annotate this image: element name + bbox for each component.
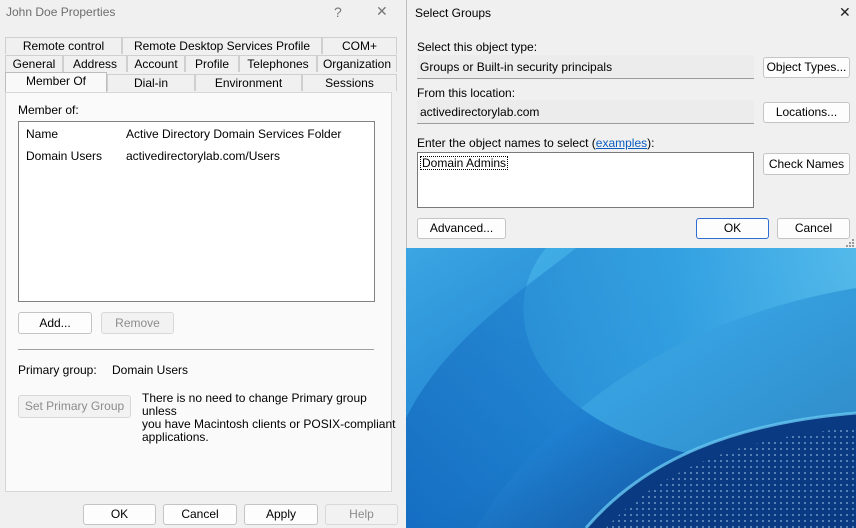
separator xyxy=(18,349,374,350)
enter-names-label: Enter the object names to select (exampl… xyxy=(417,136,654,150)
tab-telephones[interactable]: Telephones xyxy=(239,55,317,72)
location-label: From this location: xyxy=(417,86,516,100)
remove-button[interactable]: Remove xyxy=(101,312,174,334)
column-header-folder[interactable]: Active Directory Domain Services Folder xyxy=(126,127,341,141)
resize-grip-icon[interactable] xyxy=(846,236,854,247)
set-primary-group-button[interactable]: Set Primary Group xyxy=(18,395,131,418)
list-item-name: Domain Users xyxy=(26,149,103,163)
cancel-button[interactable]: Cancel xyxy=(163,504,237,525)
dialog-title: Select Groups xyxy=(415,6,492,20)
examples-link[interactable]: examples xyxy=(596,136,647,150)
primary-group-value: Domain Users xyxy=(112,363,189,377)
ok-button[interactable]: OK xyxy=(83,504,156,525)
tab-remote-desktop-services-profile[interactable]: Remote Desktop Services Profile xyxy=(122,37,322,54)
ok-button[interactable]: OK xyxy=(696,218,769,239)
apply-button[interactable]: Apply xyxy=(244,504,318,525)
info-line-1: There is no need to change Primary group… xyxy=(142,391,367,418)
column-header-name[interactable]: Name xyxy=(26,127,58,141)
tab-general[interactable]: General xyxy=(5,55,63,72)
object-type-field: Groups or Built-in security principals xyxy=(417,55,754,79)
tab-environment[interactable]: Environment xyxy=(195,74,302,91)
tab-profile[interactable]: Profile xyxy=(185,55,239,72)
window-title: John Doe Properties xyxy=(6,5,116,19)
locations-button[interactable]: Locations... xyxy=(763,102,850,123)
help-button[interactable]: Help xyxy=(325,504,398,525)
primary-group-label: Primary group: xyxy=(18,363,97,377)
close-icon[interactable]: ✕ xyxy=(376,3,388,20)
tab-com-plus[interactable]: COM+ xyxy=(322,37,397,54)
tab-dial-in[interactable]: Dial-in xyxy=(107,74,195,91)
object-type-label: Select this object type: xyxy=(417,40,538,54)
tab-organization[interactable]: Organization xyxy=(317,55,397,72)
member-of-label: Member of: xyxy=(18,103,79,117)
location-field: activedirectorylab.com xyxy=(417,100,754,124)
help-icon[interactable]: ? xyxy=(334,4,342,20)
add-button[interactable]: Add... xyxy=(18,312,92,334)
wallpaper-image xyxy=(406,248,856,528)
enter-names-text: Enter the object names to select ( xyxy=(417,136,596,150)
properties-window: John Doe Properties ? ✕ Remote control R… xyxy=(0,0,403,528)
list-item-folder: activedirectorylab.com/Users xyxy=(126,149,281,163)
properties-titlebar: John Doe Properties ? ✕ xyxy=(0,0,403,24)
advanced-button[interactable]: Advanced... xyxy=(417,218,506,239)
object-names-input[interactable]: Domain Admins xyxy=(417,152,754,208)
select-groups-dialog: Select Groups ✕ Select this object type:… xyxy=(406,0,856,248)
object-types-button[interactable]: Object Types... xyxy=(763,57,850,78)
tab-remote-control[interactable]: Remote control xyxy=(5,37,122,54)
list-item[interactable]: Domain Users activedirectorylab.com/User… xyxy=(26,149,366,163)
tab-sessions[interactable]: Sessions xyxy=(302,74,397,91)
close-icon[interactable]: ✕ xyxy=(839,4,851,21)
cancel-button[interactable]: Cancel xyxy=(777,218,850,239)
tab-address[interactable]: Address xyxy=(63,55,127,72)
info-line-3: applications. xyxy=(142,430,209,444)
enter-names-text-end: ): xyxy=(647,136,655,150)
check-names-button[interactable]: Check Names xyxy=(763,153,850,175)
object-names-value: Domain Admins xyxy=(420,156,509,170)
primary-group-info-text: There is no need to change Primary group… xyxy=(142,392,403,444)
tab-account[interactable]: Account xyxy=(127,55,185,72)
dialog-button-bar: OK Cancel Apply Help xyxy=(0,497,403,528)
tab-member-of[interactable]: Member Of xyxy=(5,72,107,92)
member-of-list[interactable]: Name Active Directory Domain Services Fo… xyxy=(18,121,375,302)
desktop-wallpaper xyxy=(406,248,856,528)
